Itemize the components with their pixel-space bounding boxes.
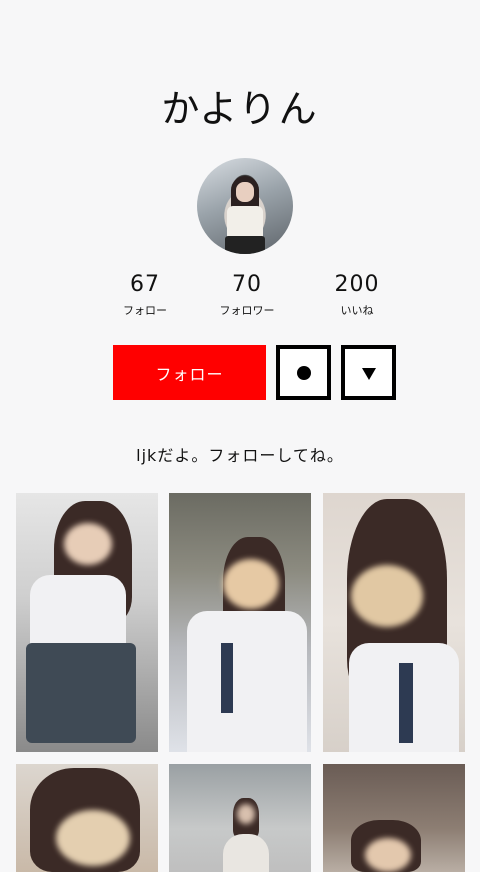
profile-bio: ljkだよ。フォローしてね。: [136, 446, 344, 465]
photo-tie: [221, 643, 233, 713]
stat-followers[interactable]: 70 フォロワー: [187, 272, 307, 318]
stat-followers-label: フォロワー: [219, 304, 275, 317]
posts-grid: [0, 493, 480, 872]
profile-name: かよりん: [161, 87, 319, 131]
avatar[interactable]: [197, 158, 293, 254]
stat-followers-count: 70: [232, 272, 262, 297]
post-thumbnail[interactable]: [169, 764, 311, 872]
photo-face-blur: [365, 838, 411, 872]
photo-face-blur: [223, 559, 279, 609]
post-thumbnail[interactable]: [169, 493, 311, 752]
profile-stats: 67 フォロー 70 フォロワー 200 いいね: [0, 272, 480, 322]
post-thumbnail[interactable]: [16, 764, 158, 872]
post-thumbnail[interactable]: [323, 764, 465, 872]
message-button[interactable]: [276, 345, 331, 400]
photo-skirt: [26, 643, 136, 743]
post-thumbnail[interactable]: [16, 493, 158, 752]
profile-page: かよりん 67 フォロー 70 フォロワー 200 いいね フォロー ljkだよ…: [0, 0, 480, 872]
stat-likes-label: いいね: [340, 304, 374, 317]
avatar-skirt: [225, 236, 265, 254]
avatar-face: [236, 182, 254, 202]
avatar-body: [227, 206, 263, 240]
follow-button[interactable]: フォロー: [113, 345, 266, 400]
photo-shirt: [223, 834, 269, 872]
photo-shirt: [187, 611, 307, 752]
photo-face-blur: [64, 523, 112, 565]
stat-likes-count: 200: [334, 272, 380, 297]
more-options-button[interactable]: [341, 345, 396, 400]
photo-tie: [399, 663, 413, 743]
photo-face-blur: [56, 810, 130, 866]
post-thumbnail[interactable]: [323, 493, 465, 752]
photo-face-blur: [351, 565, 423, 627]
stat-likes[interactable]: 200 いいね: [297, 272, 417, 318]
triangle-down-icon: [361, 367, 376, 380]
dot-icon: [296, 365, 311, 380]
photo-face-blur: [237, 804, 255, 824]
